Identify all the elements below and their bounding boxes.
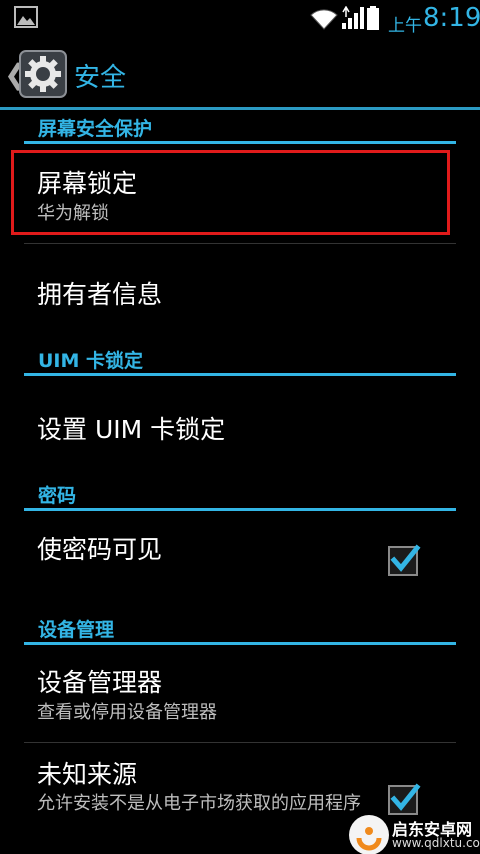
settings-gear-icon[interactable]	[19, 50, 67, 98]
section-header-device-admin: 设备管理	[24, 615, 456, 645]
watermark-logo-icon	[349, 815, 389, 854]
section-header-uim-lock: UIM 卡锁定	[24, 346, 456, 376]
watermark-url: www.qdlxtu.com	[392, 836, 480, 850]
unknown-sources-summary: 允许安装不是从电子市场获取的应用程序	[37, 793, 361, 814]
section-header-screen-security: 屏幕安全保护	[24, 114, 456, 144]
action-bar-divider	[0, 107, 480, 110]
unknown-sources-checkbox[interactable]	[388, 783, 421, 815]
action-bar: ❮ 安全	[0, 38, 480, 110]
device-admins-title: 设备管理器	[37, 668, 163, 697]
setup-uim-lock-title: 设置 UIM 卡锁定	[37, 415, 226, 444]
owner-info-title: 拥有者信息	[37, 280, 163, 309]
unknown-sources-title: 未知来源	[37, 760, 138, 789]
status-ampm: 上午	[388, 16, 422, 36]
section-header-label: 密码	[38, 485, 77, 507]
show-password-item[interactable]: 使密码可见	[24, 514, 456, 610]
status-bar: 上午 8:19	[0, 0, 480, 38]
battery-icon	[367, 6, 379, 30]
section-header-label: 设备管理	[38, 619, 115, 641]
checkmark-icon	[390, 783, 421, 811]
section-divider	[24, 373, 456, 376]
section-header-label: UIM 卡锁定	[38, 350, 144, 372]
checkmark-icon	[390, 544, 421, 572]
show-password-title: 使密码可见	[37, 535, 163, 564]
section-header-label: 屏幕安全保护	[38, 118, 153, 140]
page-title: 安全	[74, 63, 127, 93]
wifi-icon	[310, 9, 338, 30]
show-password-checkbox[interactable]	[388, 544, 421, 576]
signal-icon	[342, 6, 364, 29]
status-time: 8:19	[423, 3, 480, 33]
section-divider	[24, 642, 456, 645]
owner-info-item[interactable]: 拥有者信息	[24, 244, 456, 340]
section-divider	[24, 141, 456, 144]
section-header-password: 密码	[24, 481, 456, 511]
device-admins-item[interactable]: 设备管理器 查看或停用设备管理器	[24, 648, 456, 740]
highlight-annotation-box	[11, 150, 450, 235]
device-admins-summary: 查看或停用设备管理器	[37, 702, 217, 723]
setup-uim-lock-item[interactable]: 设置 UIM 卡锁定	[24, 380, 456, 480]
section-divider	[24, 508, 456, 511]
gallery-notification-icon	[14, 6, 38, 28]
